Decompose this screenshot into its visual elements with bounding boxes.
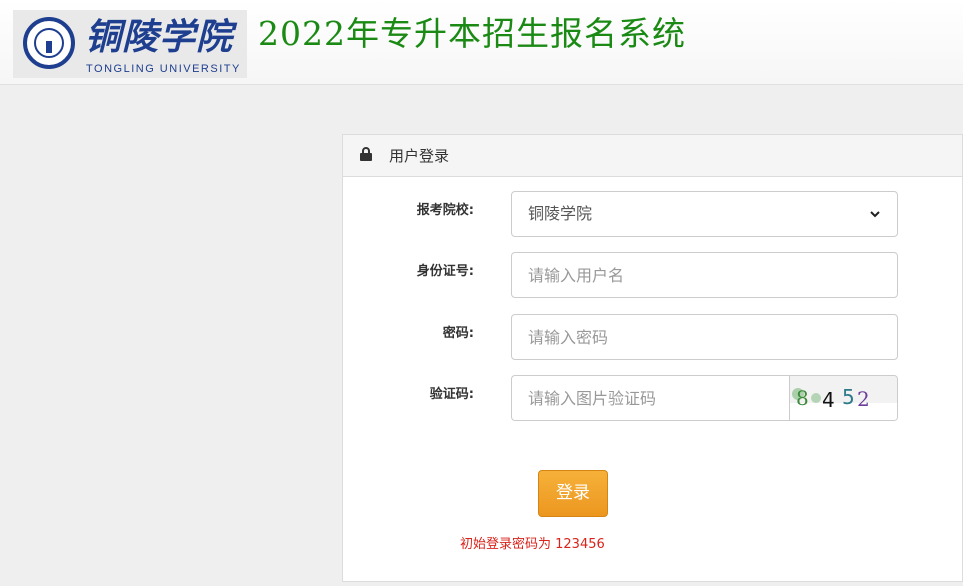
logo-english-name: TONGLING UNIVERSITY bbox=[86, 63, 241, 75]
captcha-char: 5 bbox=[842, 385, 855, 409]
panel-title: 用户登录 bbox=[389, 147, 450, 165]
id-number-row: 身份证号: bbox=[343, 252, 962, 298]
captcha-char: 2 bbox=[857, 387, 870, 411]
school-label: 报考院校: bbox=[416, 203, 474, 218]
login-button[interactable]: 登录 bbox=[538, 470, 608, 517]
school-select-value: 铜陵学院 bbox=[528, 204, 593, 223]
login-panel: 用户登录 报考院校: 铜陵学院 身份证号: 密码: 验证码: 8 4 bbox=[342, 134, 963, 582]
captcha-input[interactable] bbox=[511, 375, 789, 421]
password-row: 密码: bbox=[343, 314, 962, 360]
captcha-image[interactable]: 8 4 5 2 bbox=[789, 375, 898, 421]
captcha-label: 验证码: bbox=[429, 387, 474, 402]
logo-name: 铜陵学院 bbox=[85, 16, 234, 58]
initial-password-hint: 初始登录密码为 123456 bbox=[460, 537, 605, 552]
page-title: 2022年专升本招生报名系统 bbox=[258, 14, 686, 53]
school-row: 报考院校: 铜陵学院 bbox=[343, 191, 962, 237]
captcha-row: 验证码: 8 4 5 2 bbox=[343, 375, 962, 421]
school-select[interactable]: 铜陵学院 bbox=[511, 191, 898, 237]
lock-icon bbox=[360, 147, 372, 161]
panel-heading: 用户登录 bbox=[343, 135, 962, 177]
password-label: 密码: bbox=[442, 326, 474, 341]
captcha-char: 8 bbox=[796, 386, 809, 410]
chevron-down-icon bbox=[870, 211, 880, 218]
captcha-graphic: 8 4 5 2 bbox=[790, 376, 897, 420]
id-number-input[interactable] bbox=[511, 252, 898, 298]
university-logo: 铜陵学院 TONGLING UNIVERSITY bbox=[13, 10, 247, 78]
emblem-icon bbox=[23, 17, 75, 69]
header: 铜陵学院 TONGLING UNIVERSITY 2022年专升本招生报名系统 bbox=[0, 0, 963, 85]
password-input[interactable] bbox=[511, 314, 898, 360]
captcha-char: 4 bbox=[822, 388, 835, 412]
id-number-label: 身份证号: bbox=[416, 264, 474, 279]
